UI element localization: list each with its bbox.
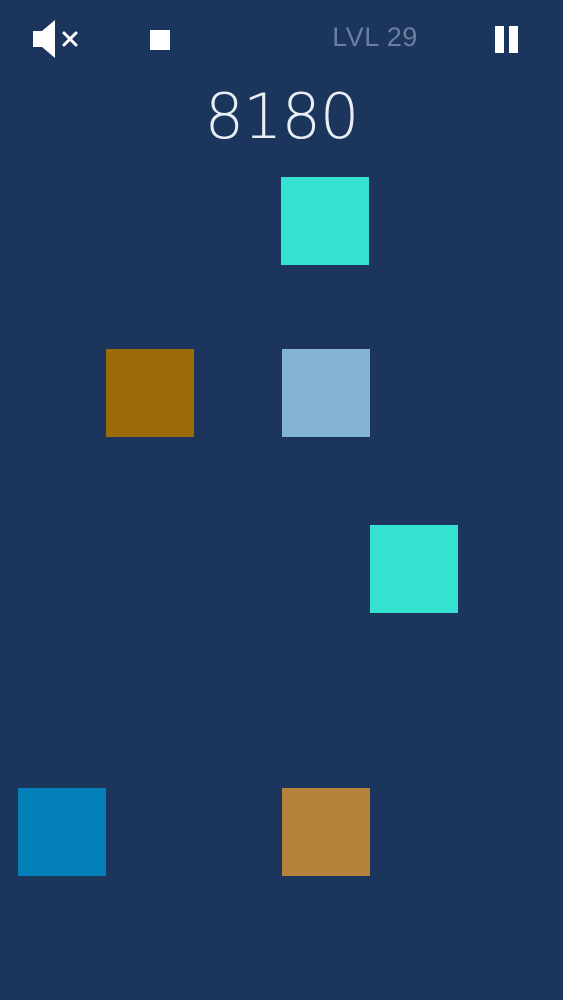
game-tile[interactable] <box>282 349 370 437</box>
game-tile[interactable] <box>370 525 458 613</box>
game-tile[interactable] <box>281 177 369 265</box>
game-board <box>0 0 563 1000</box>
game-tile[interactable] <box>18 788 106 876</box>
game-screen: LVL 29 8180 <box>0 0 563 1000</box>
game-tile[interactable] <box>282 788 370 876</box>
game-tile[interactable] <box>106 349 194 437</box>
